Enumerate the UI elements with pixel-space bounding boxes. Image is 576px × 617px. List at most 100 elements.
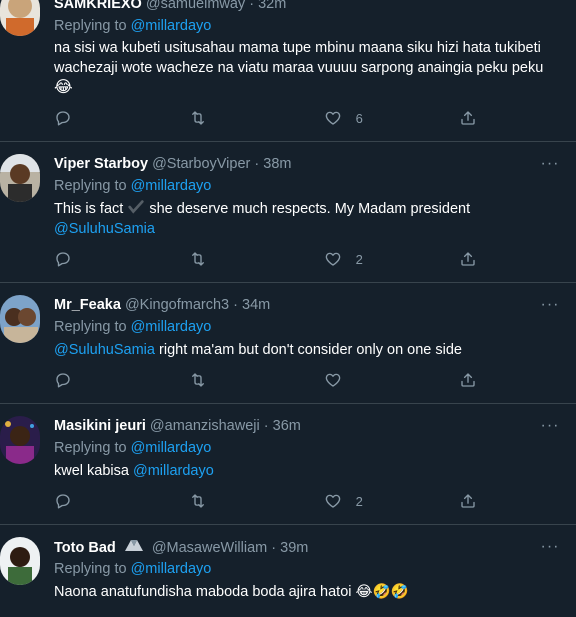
retweet-button[interactable] [188,109,208,129]
retweet-icon [192,252,204,266]
display-name[interactable]: Toto Bad [54,540,116,556]
replying-to: Replying to @millardayo [54,559,211,579]
laughing-emoji: 😂 [54,79,73,96]
tweet[interactable]: Mr_Feaka @Kingofmarch3 · 34m ··· Replyin… [0,283,576,404]
more-options-button[interactable]: ··· [538,418,562,440]
retweet-button[interactable] [188,492,208,512]
tweet[interactable]: Viper Starboy @StarboyViper · 38m ··· Re… [0,142,576,283]
tweet-header: SAMKRIEXO @samueimway · 32m [54,0,286,14]
heart-icon [325,111,341,125]
tweet-header: Mr_Feaka @Kingofmarch3 · 34m [54,295,270,315]
like-button[interactable]: 2 [324,250,363,270]
like-button[interactable]: 6 [324,109,363,129]
user-handle[interactable]: @MasaweWilliam [152,540,267,556]
reply-icon [56,252,70,267]
tweet-text-line: @SuluhuSamia [54,219,566,239]
user-handle[interactable]: @amanzishaweji [150,418,260,434]
reply-mention-link[interactable]: @millardayo [131,18,212,34]
reply-button[interactable] [54,371,72,391]
more-options-button[interactable]: ··· [538,156,562,178]
timestamp[interactable]: 32m [258,0,286,12]
avatar[interactable] [0,537,40,585]
avatar[interactable] [0,295,40,343]
like-button[interactable]: 2 [324,492,363,512]
retweet-button[interactable] [188,250,208,270]
like-count: 2 [355,494,363,509]
separator: · [254,156,260,172]
reply-icon [56,373,70,388]
replying-to: Replying to @millardayo [54,16,211,36]
avatar[interactable] [0,416,40,464]
reply-mention-link[interactable]: @millardayo [131,561,212,577]
timestamp[interactable]: 38m [263,156,291,172]
tweet-text: Naona anatufundisha maboda boda ajira ha… [54,582,566,602]
mention-link[interactable]: @SuluhuSamia [54,221,155,237]
tweet-text-line: right ma'am but don't consider only on o… [159,342,462,358]
avatar[interactable] [0,154,40,202]
reply-button[interactable] [54,492,72,512]
tweet-actions [54,371,494,391]
timestamp[interactable]: 39m [280,540,308,556]
display-name[interactable]: Mr_Feaka [54,297,121,313]
timestamp[interactable]: 34m [242,297,270,313]
check-mark-icon [128,200,144,214]
tweet-actions: 6 [54,109,494,129]
replying-to: Replying to @millardayo [54,317,211,337]
tweet-text-line: Naona anatufundisha maboda boda ajira ha… [54,584,352,600]
reply-mention-link[interactable]: @millardayo [131,319,212,335]
share-icon [461,494,475,508]
separator: · [249,0,255,12]
like-button[interactable] [324,371,342,391]
separator: · [271,540,277,556]
reply-icon [56,111,70,126]
reply-button[interactable] [54,109,72,129]
reply-icon [56,494,70,509]
tweet-text: @SuluhuSamia right ma'am but don't consi… [54,340,566,360]
share-button[interactable] [459,492,477,512]
tweet-text-line: na sisi wa kubeti usitusahau mama tupe m… [54,40,541,56]
tweet-text-line: kwel kabisa [54,463,129,479]
mention-link[interactable]: @SuluhuSamia [54,342,155,358]
tweet-text: This is fact she deserve much respects. … [54,198,566,239]
tweet[interactable]: Toto Bad @MasaweWilliam · 39m ··· Replyi… [0,525,576,617]
reply-mention-link[interactable]: @millardayo [131,440,212,456]
retweet-icon [192,111,204,125]
retweet-icon [192,373,204,387]
separator: · [263,418,269,434]
tweet-header: Viper Starboy @StarboyViper · 38m [54,154,291,174]
replying-to-label: Replying to [54,18,127,34]
timestamp[interactable]: 36m [273,418,301,434]
retweet-icon [192,494,204,508]
reply-button[interactable] [54,250,72,270]
user-handle[interactable]: @StarboyViper [152,156,250,172]
tweet-text-line: This is fact she deserve much respects. … [54,198,566,219]
retweet-button[interactable] [188,371,208,391]
display-name[interactable]: SAMKRIEXO [54,0,142,12]
tweet[interactable]: Masikini jeuri @amanzishaweji · 36m ··· … [0,404,576,525]
user-handle[interactable]: @samueimway [146,0,245,12]
display-name[interactable]: Viper Starboy [54,156,148,172]
replying-to: Replying to @millardayo [54,438,211,458]
heart-icon [325,373,341,387]
profile-badge-icon [124,540,143,551]
reply-mention-link[interactable]: @millardayo [131,178,212,194]
tweet[interactable]: SAMKRIEXO @samueimway · 32m Replying to … [0,0,576,142]
more-icon: ··· [540,538,560,555]
like-count: 2 [355,252,363,267]
display-name[interactable]: Masikini jeuri [54,418,146,434]
mention-link[interactable]: @millardayo [133,463,214,479]
share-button[interactable] [459,371,477,391]
avatar[interactable] [0,0,40,36]
separator: · [233,297,238,313]
replying-to-label: Replying to [54,561,127,577]
tweet-actions: 2 [54,250,494,270]
tweet-text: na sisi wa kubeti usitusahau mama tupe m… [54,38,566,98]
share-icon [461,252,475,266]
more-icon: ··· [540,296,560,313]
user-handle[interactable]: @Kingofmarch3 [125,297,229,313]
more-options-button[interactable]: ··· [538,538,562,561]
tweet-header: Toto Bad @MasaweWilliam · 39m [54,537,308,557]
share-button[interactable] [459,109,477,129]
more-options-button[interactable]: ··· [538,296,562,319]
share-button[interactable] [459,250,477,270]
